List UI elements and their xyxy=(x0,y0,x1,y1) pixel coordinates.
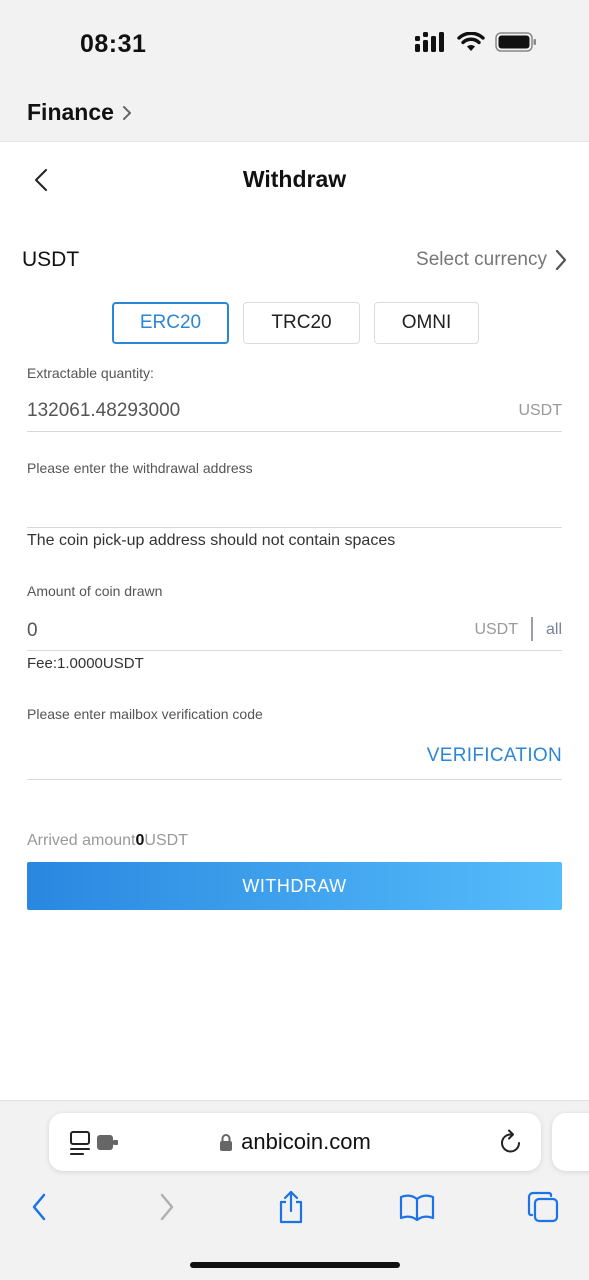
select-currency-button[interactable]: Select currency xyxy=(416,249,567,271)
page-header: Withdraw xyxy=(0,142,589,218)
top-bar: 08:31 Finance xyxy=(0,0,589,142)
divider xyxy=(27,431,562,432)
chain-tab-omni[interactable]: OMNI xyxy=(374,302,479,344)
status-time: 08:31 xyxy=(80,30,147,58)
browser-forward-button[interactable] xyxy=(147,1187,187,1227)
reload-icon[interactable] xyxy=(499,1129,523,1155)
chevron-right-icon xyxy=(122,105,131,120)
address-field: Please enter the withdrawal address The … xyxy=(27,460,562,555)
divider xyxy=(27,527,562,528)
address-input[interactable] xyxy=(27,488,562,526)
browser-back-button[interactable] xyxy=(19,1187,59,1227)
extractable-value: 132061.48293000 xyxy=(27,400,181,421)
share-icon xyxy=(279,1190,303,1224)
amount-label: Amount of coin drawn xyxy=(27,583,163,599)
share-button[interactable] xyxy=(271,1187,311,1227)
all-button[interactable]: all xyxy=(546,621,562,639)
chain-tab-erc20[interactable]: ERC20 xyxy=(112,302,229,344)
address-hint: The coin pick-up address should not cont… xyxy=(27,532,396,549)
currency-name: USDT xyxy=(22,248,80,271)
amount-unit: USDT xyxy=(474,621,518,638)
amount-input[interactable]: 0 xyxy=(27,620,38,642)
tabs-icon xyxy=(527,1191,559,1223)
signal-icon xyxy=(415,32,444,52)
battery-icon xyxy=(495,32,536,52)
chain-tab-trc20[interactable]: TRC20 xyxy=(243,302,360,344)
arrived-unit: USDT xyxy=(144,832,188,849)
breadcrumb-label: Finance xyxy=(27,99,114,125)
verification-field: Please enter mailbox verification code V… xyxy=(27,706,562,782)
select-currency-label: Select currency xyxy=(416,249,547,270)
currency-row: USDT Select currency xyxy=(22,245,567,275)
chevron-left-icon xyxy=(32,1193,46,1221)
browser-bottom-bar: anbicoin.com xyxy=(0,1100,589,1280)
verification-button[interactable]: VERIFICATION xyxy=(427,745,562,767)
chevron-right-icon xyxy=(160,1193,174,1221)
chevron-right-icon xyxy=(555,249,567,271)
divider xyxy=(27,650,562,651)
extractable-unit: USDT xyxy=(518,402,562,419)
chain-tabs: ERC20 TRC20 OMNI xyxy=(112,302,479,344)
divider xyxy=(27,779,562,780)
url-display: anbicoin.com xyxy=(49,1129,541,1157)
arrived-prefix: Arrived amount xyxy=(27,832,136,849)
home-indicator[interactable] xyxy=(190,1262,400,1268)
wifi-icon xyxy=(457,32,485,51)
bookmarks-button[interactable] xyxy=(397,1187,437,1227)
unit-separator xyxy=(531,617,533,641)
page-title: Withdraw xyxy=(242,166,347,192)
next-tab-preview[interactable] xyxy=(552,1113,589,1171)
verification-label: Please enter mailbox verification code xyxy=(27,706,263,722)
url-text: anbicoin.com xyxy=(241,1129,371,1154)
address-bar[interactable]: anbicoin.com xyxy=(49,1113,541,1171)
amount-field: Amount of coin drawn 0 USDT all Fee:1.00… xyxy=(27,583,562,678)
lock-icon xyxy=(220,1134,233,1151)
verification-code-input[interactable] xyxy=(27,734,407,774)
status-icons xyxy=(415,32,537,52)
breadcrumb[interactable]: Finance xyxy=(27,99,132,126)
bookmarks-icon xyxy=(399,1194,435,1221)
withdraw-button[interactable]: WITHDRAW xyxy=(27,862,562,910)
extractable-field: Extractable quantity: 132061.48293000 US… xyxy=(27,363,562,433)
address-label: Please enter the withdrawal address xyxy=(27,460,253,476)
fee-text: Fee:1.0000USDT xyxy=(27,655,144,672)
arrived-amount: Arrived amount0USDT xyxy=(27,832,188,850)
tabs-button[interactable] xyxy=(523,1187,563,1227)
extractable-label: Extractable quantity: xyxy=(27,365,154,381)
